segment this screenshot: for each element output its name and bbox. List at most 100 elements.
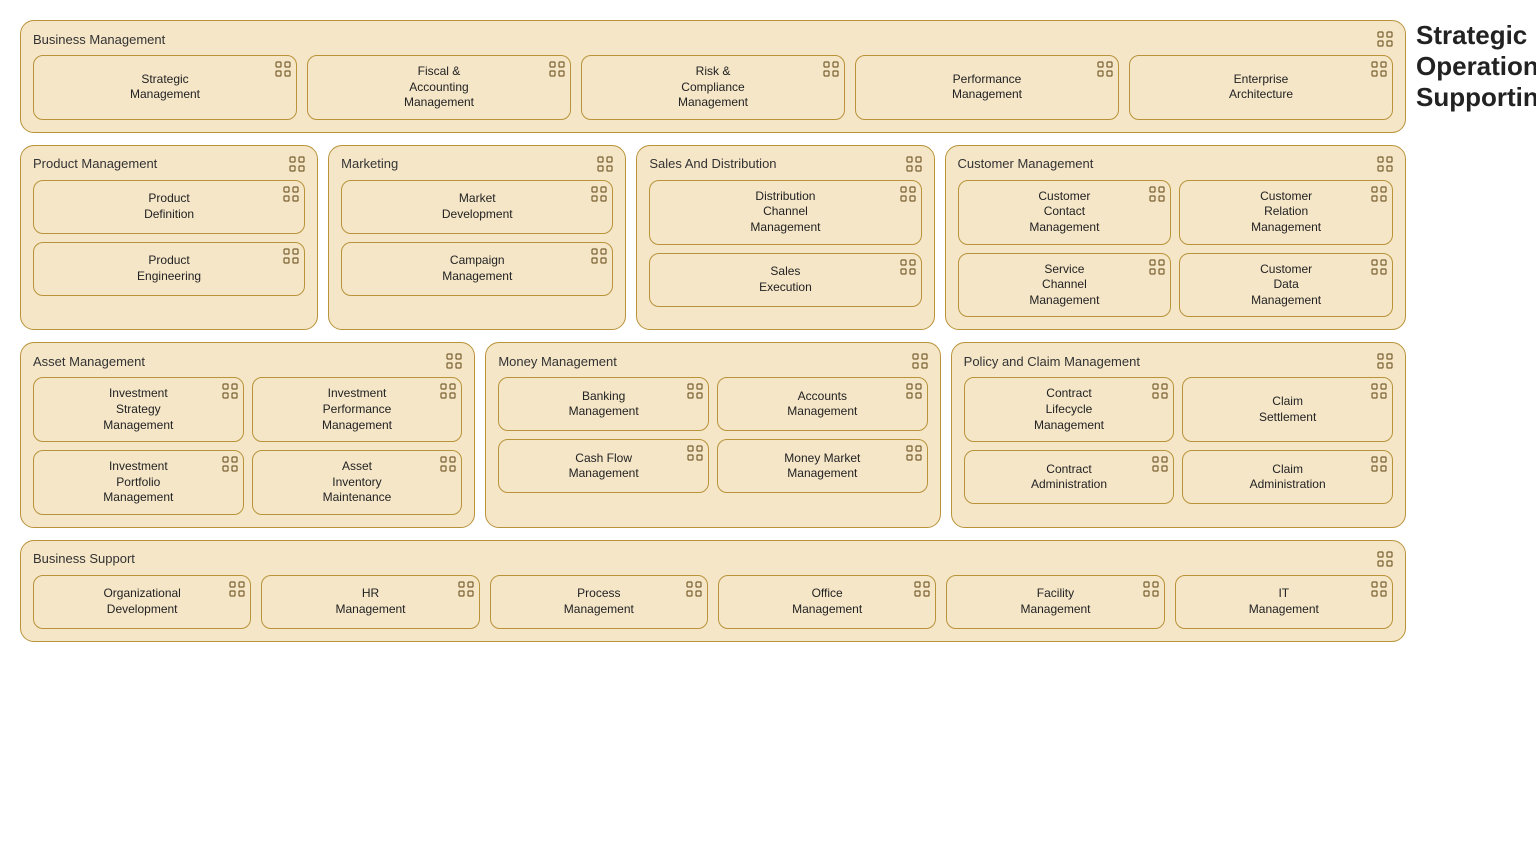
asset-management-label: Asset Management	[33, 354, 145, 369]
side-labels: Strategic Operational Supporting	[1406, 20, 1516, 113]
item-icon	[1371, 456, 1387, 472]
marketing-items: MarketDevelopment CampaignManagement	[341, 180, 613, 296]
item-organizational-development[interactable]: OrganizationalDevelopment	[33, 575, 251, 629]
item-label: DistributionChannelManagement	[750, 189, 820, 236]
item-icon	[591, 248, 607, 264]
item-market-development[interactable]: MarketDevelopment	[341, 180, 613, 234]
item-claim-settlement[interactable]: ClaimSettlement	[1182, 377, 1393, 442]
supporting-label: Supporting	[1416, 82, 1536, 113]
item-investment-strategy[interactable]: InvestmentStrategyManagement	[33, 377, 244, 442]
grid-icon	[912, 353, 928, 369]
item-product-definition[interactable]: ProductDefinition	[33, 180, 305, 234]
item-icon	[687, 383, 703, 399]
item-label: InvestmentPortfolioManagement	[103, 459, 173, 506]
item-icon	[1371, 61, 1387, 77]
item-icon	[1152, 383, 1168, 399]
item-investment-portfolio[interactable]: InvestmentPortfolioManagement	[33, 450, 244, 515]
customer-management-label: Customer Management	[958, 156, 1094, 171]
sales-items: DistributionChannelManagement SalesExecu…	[649, 180, 921, 307]
item-process-management[interactable]: ProcessManagement	[490, 575, 708, 629]
item-label: ProcessManagement	[564, 586, 634, 617]
item-label: CustomerContactManagement	[1029, 189, 1099, 236]
item-service-channel[interactable]: ServiceChannelManagement	[958, 253, 1172, 318]
item-icon	[1371, 186, 1387, 202]
item-asset-inventory[interactable]: AssetInventoryMaintenance	[252, 450, 463, 515]
item-icon	[283, 248, 299, 264]
biz-management-label: Business Management	[33, 32, 165, 47]
support-items-row: OrganizationalDevelopment HRManagement P…	[33, 575, 1393, 629]
policy-claim-title: Policy and Claim Management	[964, 353, 1393, 369]
item-customer-contact[interactable]: CustomerContactManagement	[958, 180, 1172, 245]
grid-icon	[1377, 551, 1393, 567]
item-label: CustomerDataManagement	[1251, 262, 1321, 309]
item-performance-management[interactable]: PerformanceManagement	[855, 55, 1119, 120]
item-distribution-channel[interactable]: DistributionChannelManagement	[649, 180, 921, 245]
item-icon	[686, 581, 702, 597]
item-icon	[1371, 581, 1387, 597]
item-label: Cash FlowManagement	[569, 451, 639, 482]
item-claim-administration[interactable]: ClaimAdministration	[1182, 450, 1393, 504]
grid-icon	[289, 156, 305, 172]
item-label: BankingManagement	[569, 389, 639, 420]
item-investment-performance[interactable]: InvestmentPerformanceManagement	[252, 377, 463, 442]
item-facility-management[interactable]: FacilityManagement	[946, 575, 1164, 629]
item-office-management[interactable]: OfficeManagement	[718, 575, 936, 629]
item-icon	[591, 186, 607, 202]
policy-claim-label: Policy and Claim Management	[964, 354, 1140, 369]
product-items: ProductDefinition ProductEngineering	[33, 180, 305, 296]
grid-icon	[446, 353, 462, 369]
supporting-label-spacer: Supporting	[1416, 82, 1516, 113]
grid-icon	[906, 156, 922, 172]
policy-claim-section: Policy and Claim Management ContractLife…	[951, 342, 1406, 528]
item-hr-management[interactable]: HRManagement	[261, 575, 479, 629]
item-contract-lifecycle[interactable]: ContractLifecycleManagement	[964, 377, 1175, 442]
item-icon	[458, 581, 474, 597]
item-icon	[440, 383, 456, 399]
product-management-section: Product Management ProductDefinition Pro…	[20, 145, 318, 331]
item-icon	[222, 383, 238, 399]
item-icon	[900, 259, 916, 275]
operational-label-spacer: Operational	[1416, 51, 1516, 82]
item-sales-execution[interactable]: SalesExecution	[649, 253, 921, 307]
item-cash-flow[interactable]: Cash FlowManagement	[498, 439, 709, 493]
item-label: ProductEngineering	[137, 253, 201, 284]
item-campaign-management[interactable]: CampaignManagement	[341, 242, 613, 296]
item-label: ClaimAdministration	[1250, 462, 1326, 493]
item-money-market[interactable]: Money MarketManagement	[717, 439, 928, 493]
item-icon	[283, 186, 299, 202]
item-label: AssetInventoryMaintenance	[323, 459, 392, 506]
product-management-title: Product Management	[33, 156, 305, 172]
item-customer-data[interactable]: CustomerDataManagement	[1179, 253, 1393, 318]
asset-management-title: Asset Management	[33, 353, 462, 369]
item-strategic-management[interactable]: StrategicManagement	[33, 55, 297, 120]
operational-row-top: Product Management ProductDefinition Pro…	[20, 145, 1406, 331]
operational-label: Operational	[1416, 51, 1536, 82]
operational-row-bottom: Asset Management InvestmentStrategyManag…	[20, 342, 1406, 528]
item-fiscal-accounting[interactable]: Fiscal &AccountingManagement	[307, 55, 571, 120]
item-banking-management[interactable]: BankingManagement	[498, 377, 709, 431]
diagram-area: Business Management	[20, 20, 1406, 642]
item-contract-administration[interactable]: ContractAdministration	[964, 450, 1175, 504]
grid-icon	[1377, 353, 1393, 369]
item-it-management[interactable]: ITManagement	[1175, 575, 1393, 629]
item-label: AccountsManagement	[787, 389, 857, 420]
policy-items: ContractLifecycleManagement ClaimSettlem…	[964, 377, 1393, 504]
marketing-title: Marketing	[341, 156, 613, 172]
item-product-engineering[interactable]: ProductEngineering	[33, 242, 305, 296]
item-icon	[229, 581, 245, 597]
item-icon	[440, 456, 456, 472]
item-label: ITManagement	[1249, 586, 1319, 617]
item-risk-compliance[interactable]: Risk &ComplianceManagement	[581, 55, 845, 120]
item-label: Fiscal &AccountingManagement	[404, 64, 474, 111]
item-icon	[1371, 383, 1387, 399]
item-accounts-management[interactable]: AccountsManagement	[717, 377, 928, 431]
item-label: OrganizationalDevelopment	[103, 586, 180, 617]
item-enterprise-architecture[interactable]: EnterpriseArchitecture	[1129, 55, 1393, 120]
item-label: MarketDevelopment	[442, 191, 513, 222]
strategic-label-spacer: Strategic	[1416, 20, 1516, 51]
asset-items: InvestmentStrategyManagement InvestmentP…	[33, 377, 462, 515]
item-icon	[1143, 581, 1159, 597]
item-customer-relation[interactable]: CustomerRelationManagement	[1179, 180, 1393, 245]
sales-distribution-section: Sales And Distribution DistributionChann…	[636, 145, 934, 331]
item-icon	[1149, 186, 1165, 202]
